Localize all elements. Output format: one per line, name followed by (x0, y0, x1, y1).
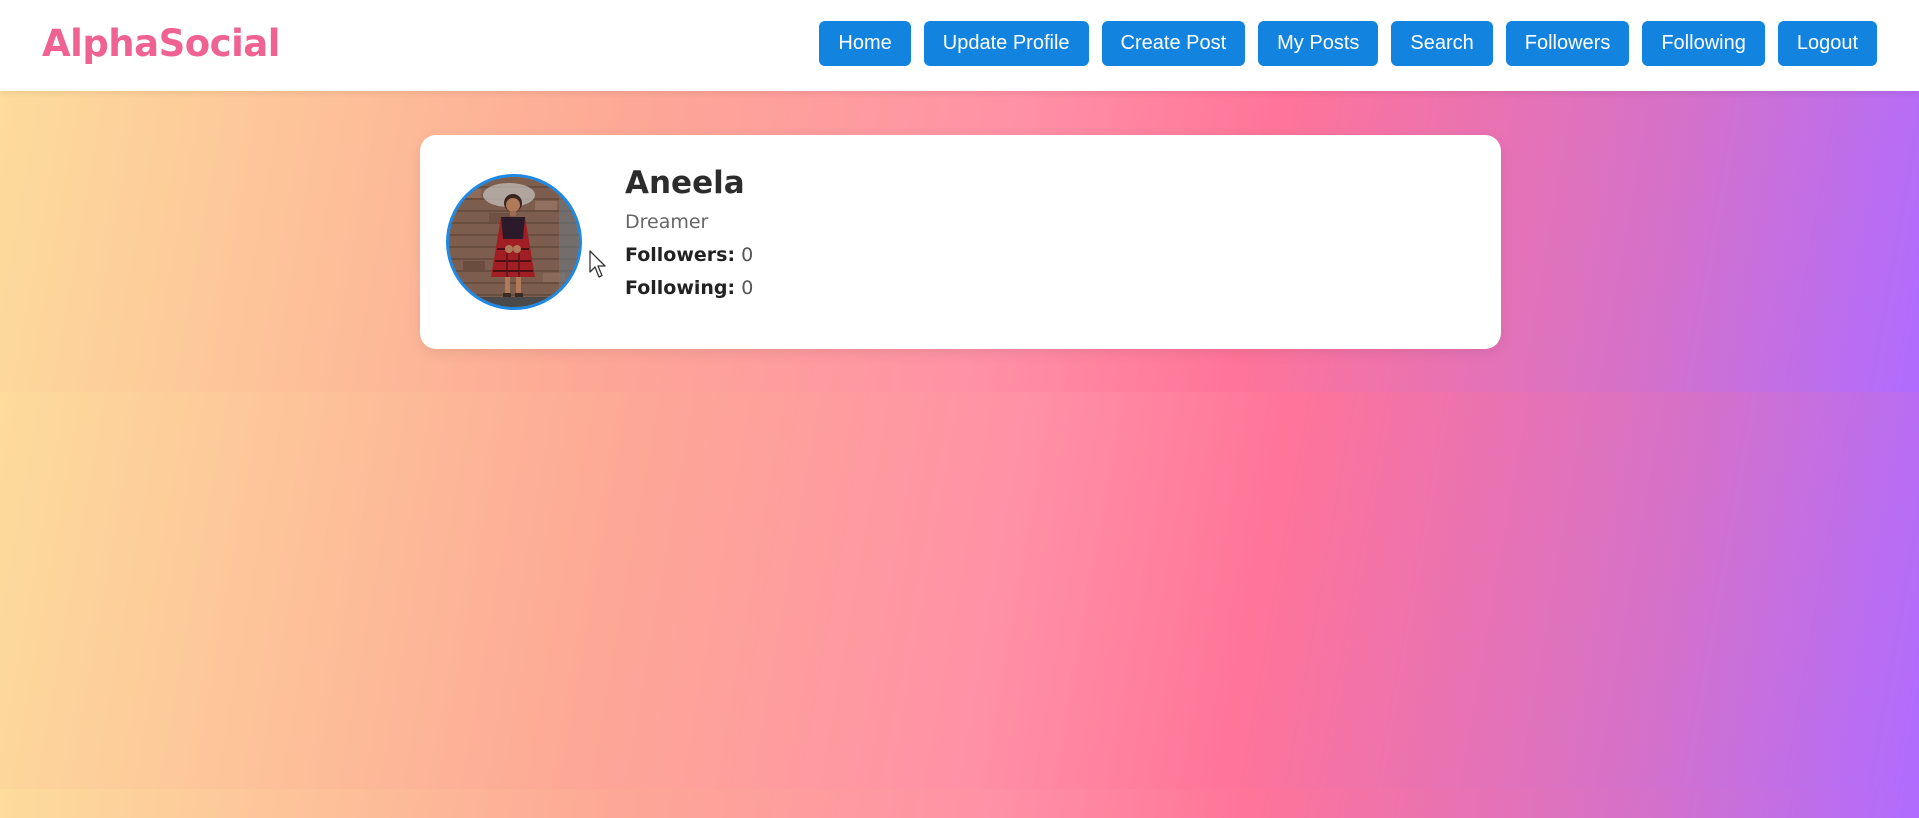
nav-button-group: Home Update Profile Create Post My Posts Sea… (819, 21, 1877, 66)
following-label: Following: (625, 277, 736, 300)
profile-name: Aneela (625, 165, 745, 201)
followers-count: 0 (741, 244, 754, 267)
nav-my-posts-button[interactable]: My Posts (1258, 21, 1379, 66)
nav-create-post-button[interactable]: Create Post (1101, 21, 1246, 66)
background-band-main (0, 392, 1919, 789)
following-count: 0 (741, 277, 754, 300)
profile-info: Aneela Dreamer Followers: 0 Following: 0 (625, 165, 753, 299)
mouse-pointer-icon (589, 250, 609, 285)
avatar-photo (449, 177, 579, 307)
top-navbar: AlphaSocial Home Update Profile Create Pos… (0, 0, 1919, 91)
following-stat: Following: 0 (625, 277, 753, 299)
avatar (446, 174, 582, 310)
nav-following-button[interactable]: Following (1642, 21, 1765, 66)
nav-followers-button[interactable]: Followers (1505, 21, 1630, 66)
nav-update-profile-button[interactable]: Update Profile (923, 21, 1089, 66)
profile-card: Aneela Dreamer Followers: 0 Following: 0 (420, 135, 1501, 349)
profile-bio: Dreamer (625, 211, 709, 234)
nav-search-button[interactable]: Search (1391, 21, 1493, 66)
background-band-bottom (0, 789, 1919, 818)
brand-logo[interactable]: AlphaSocial (42, 22, 280, 65)
followers-stat: Followers: 0 (625, 244, 753, 266)
nav-home-button[interactable]: Home (819, 21, 911, 66)
followers-label: Followers: (625, 244, 736, 267)
nav-logout-button[interactable]: Logout (1777, 21, 1877, 66)
